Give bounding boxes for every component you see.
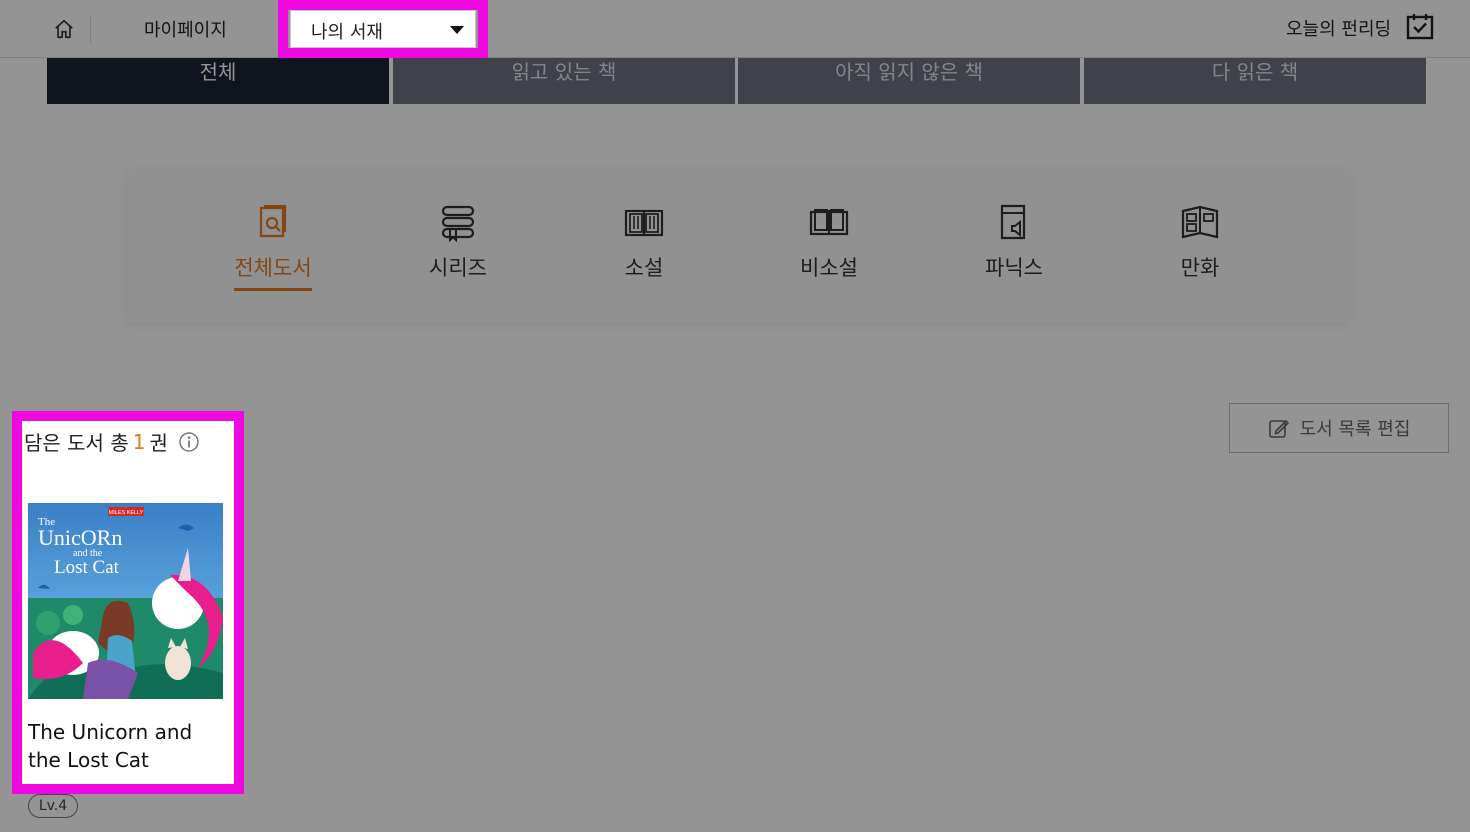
book-speaker-icon — [1000, 204, 1026, 240]
book-search-icon — [259, 204, 287, 238]
top-header: 마이페이지 오늘의 펀리딩 — [0, 0, 1470, 58]
category-label: 전체도서 — [234, 252, 312, 291]
category-label: 시리즈 — [429, 256, 487, 280]
category-label: 만화 — [1180, 256, 1220, 280]
book-cover[interactable]: MILES KELLY The UnicORn and the Lost Cat — [28, 503, 223, 699]
level-badge: Lv.4 — [28, 794, 78, 818]
header-divider — [90, 15, 91, 43]
edit-book-list-label: 도서 목록 편집 — [1299, 419, 1411, 440]
mypage-link[interactable]: 마이페이지 — [144, 16, 227, 42]
open-book-outline-icon — [809, 209, 849, 236]
stacked-books-icon — [441, 205, 475, 242]
category-nonfiction[interactable]: 비소설 — [769, 202, 889, 288]
calendar-check-icon — [1406, 14, 1434, 40]
tab-all[interactable]: 전체 — [47, 58, 389, 104]
book-cover-art: MILES KELLY The UnicORn and the Lost Cat — [28, 503, 223, 699]
category-label: 소설 — [624, 256, 664, 280]
category-phonics[interactable]: 파닉스 — [954, 202, 1074, 288]
tab-reading[interactable]: 읽고 있는 책 — [393, 58, 735, 104]
caret-down-icon — [450, 26, 464, 34]
info-icon[interactable] — [178, 431, 200, 453]
category-filter-bar: 전체도서 시리즈 소설 비소설 파닉스 만화 — [127, 170, 1349, 322]
home-button[interactable] — [44, 9, 84, 49]
category-comics[interactable]: 만화 — [1140, 202, 1260, 288]
library-select[interactable]: 나의 서재 — [290, 10, 476, 48]
comic-book-icon — [1181, 205, 1219, 239]
reading-status-tabs: 전체 읽고 있는 책 아직 읽지 않은 책 다 읽은 책 — [47, 58, 1427, 104]
category-label: 파닉스 — [985, 256, 1043, 280]
edit-book-list-button[interactable]: 도서 목록 편집 — [1229, 403, 1449, 453]
edit-icon — [1268, 419, 1289, 438]
category-label: 비소설 — [800, 256, 858, 280]
category-fiction[interactable]: 소설 — [584, 202, 704, 288]
cover-title-line-2: UnicORn — [38, 525, 122, 550]
book-list-panel: 담은 도서 총 1 권 MILES KELLY The UnicORn and … — [12, 411, 244, 794]
calendar-button[interactable] — [1405, 11, 1435, 41]
book-count: 담은 도서 총 1 권 — [24, 427, 200, 456]
book-count-number: 1 — [132, 429, 146, 454]
todays-reading-link[interactable]: 오늘의 펀리딩 — [1286, 15, 1391, 41]
category-series[interactable]: 시리즈 — [398, 202, 518, 288]
cover-title-line-4: Lost Cat — [54, 557, 120, 578]
cover-publisher: MILES KELLY — [109, 510, 144, 516]
book-title[interactable]: The Unicorn and the Lost Cat — [28, 718, 228, 774]
book-count-prefix: 담은 도서 총 — [24, 431, 129, 455]
library-select-value: 나의 서재 — [311, 22, 383, 43]
tab-unread[interactable]: 아직 읽지 않은 책 — [738, 58, 1080, 104]
category-all-books[interactable]: 전체도서 — [213, 202, 333, 291]
open-book-icon — [624, 209, 664, 237]
tab-finished[interactable]: 다 읽은 책 — [1084, 58, 1426, 104]
home-icon — [55, 19, 73, 39]
book-count-suffix: 권 — [149, 431, 168, 455]
